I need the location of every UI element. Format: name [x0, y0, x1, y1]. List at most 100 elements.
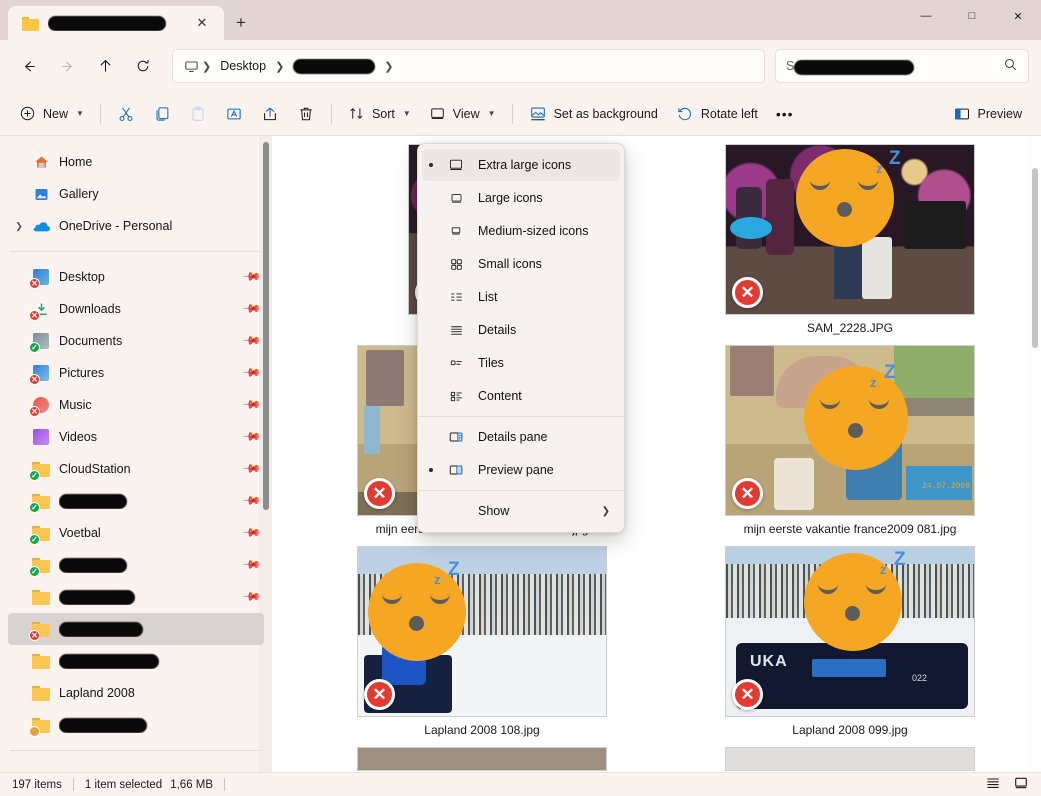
navigation-bar: ❯ Desktop ❯ ❯ Search — [0, 40, 1041, 92]
redaction-bar — [293, 59, 375, 74]
up-button[interactable] — [88, 49, 122, 83]
file-item[interactable]: Z z ✕ SAM_2228.JPG — [666, 144, 1034, 343]
sidebar-item-redacted-3[interactable]: 📌 — [8, 581, 264, 613]
sidebar-item-videos[interactable]: Videos 📌 — [8, 421, 264, 453]
file-item[interactable]: 24.07.2009 Z z ✕ mijn eerste vakantie fr… — [666, 345, 1034, 544]
pin-icon[interactable]: 📌 — [241, 586, 262, 607]
search-input[interactable]: Search — [786, 59, 826, 73]
pin-icon[interactable]: 📌 — [241, 522, 262, 543]
copy-button[interactable] — [144, 98, 180, 130]
sidebar-item-label: Videos — [59, 430, 244, 444]
new-tab-button[interactable]: + — [224, 6, 258, 40]
back-button[interactable] — [12, 49, 46, 83]
sidebar-item-gallery[interactable]: Gallery — [8, 178, 264, 210]
file-thumbnail[interactable]: 24.07.2009 Z z ✕ — [725, 345, 975, 516]
menu-item-label: List — [478, 290, 620, 304]
preview-button-label: Preview — [978, 107, 1022, 121]
cut-button[interactable] — [108, 98, 144, 130]
tiles-view-icon — [444, 356, 468, 371]
sidebar-item-lapland-2008[interactable]: Lapland 2008 — [8, 677, 264, 709]
file-item[interactable] — [666, 747, 1034, 771]
menu-item-small-icons[interactable]: Small icons — [422, 248, 620, 280]
redaction-bar — [59, 494, 127, 509]
folder-icon — [30, 683, 52, 703]
menu-item-preview-pane[interactable]: Preview pane — [422, 454, 620, 486]
status-divider — [224, 778, 225, 791]
address-bar[interactable]: ❯ Desktop ❯ ❯ — [172, 49, 765, 83]
explorer-tab[interactable]: ✕ — [8, 6, 224, 40]
sidebar-item-music[interactable]: ✕ Music 📌 — [8, 389, 264, 421]
file-thumbnail[interactable] — [357, 747, 607, 771]
sidebar-item-desktop[interactable]: ✕ Desktop 📌 — [8, 261, 264, 293]
refresh-button[interactable] — [126, 49, 160, 83]
menu-item-tiles[interactable]: Tiles — [422, 347, 620, 379]
close-window-button[interactable]: ✕ — [995, 0, 1041, 32]
file-name-label: Lapland 2008 099.jpg — [792, 723, 907, 737]
maximize-button[interactable]: □ — [949, 0, 995, 32]
menu-item-large-icons[interactable]: Large icons — [422, 182, 620, 214]
menu-item-medium-sized-icons[interactable]: Medium-sized icons — [422, 215, 620, 247]
pin-icon[interactable]: 📌 — [241, 362, 262, 383]
menu-item-details-pane[interactable]: Details pane — [422, 421, 620, 453]
breadcrumb-current-folder[interactable] — [287, 58, 381, 73]
sidebar-item-redacted-2[interactable]: ✓ 📌 — [8, 549, 264, 581]
file-item[interactable] — [298, 747, 666, 771]
sync-error-badge: ✕ — [732, 679, 763, 710]
pin-icon[interactable]: 📌 — [241, 490, 262, 511]
rotate-left-button[interactable]: Rotate left — [667, 98, 767, 130]
view-button[interactable]: View ▼ — [420, 98, 505, 130]
details-view-toggle-icon[interactable] — [985, 775, 1001, 794]
file-thumbnail[interactable]: Z z ✕ — [725, 144, 975, 315]
pin-icon[interactable]: 📌 — [241, 554, 262, 575]
paste-button[interactable] — [180, 98, 216, 130]
forward-button[interactable] — [50, 49, 84, 83]
menu-item-details[interactable]: Details — [422, 314, 620, 346]
menu-item-show[interactable]: Show ❯ — [422, 495, 620, 527]
pin-icon[interactable]: 📌 — [241, 394, 262, 415]
sidebar-item-voetbal[interactable]: ✓ Voetbal 📌 — [8, 517, 264, 549]
pin-icon[interactable]: 📌 — [241, 266, 262, 287]
file-thumbnail[interactable]: Z z ✕ — [357, 546, 607, 717]
sidebar-item-cloudstation[interactable]: ✓ CloudStation 📌 — [8, 453, 264, 485]
sort-button[interactable]: Sort ▼ — [339, 98, 420, 130]
rename-button[interactable] — [216, 98, 252, 130]
sidebar-item-redacted-4[interactable] — [8, 645, 264, 677]
menu-item-extra-large-icons[interactable]: Extra large icons — [422, 149, 620, 181]
sidebar-item-downloads[interactable]: ✕ Downloads 📌 — [8, 293, 264, 325]
chevron-right-icon[interactable]: ❯ — [8, 221, 30, 232]
search-box[interactable]: Search — [775, 49, 1029, 83]
close-tab-icon[interactable]: ✕ — [190, 11, 214, 35]
pin-icon[interactable]: 📌 — [241, 298, 262, 319]
sidebar-item-redacted-1[interactable]: ✓ 📌 — [8, 485, 264, 517]
sidebar-item-home[interactable]: Home — [8, 146, 264, 178]
large-icons-icon — [444, 191, 468, 206]
pin-icon[interactable]: 📌 — [241, 330, 262, 351]
sidebar-item-label: Lapland 2008 — [59, 686, 264, 700]
sidebar-item-label: Voetbal — [59, 526, 244, 540]
sidebar-item-label: Documents — [59, 334, 244, 348]
sidebar-item-redacted-5[interactable] — [8, 709, 264, 741]
more-options-button[interactable]: ••• — [767, 98, 803, 130]
sidebar-item-documents[interactable]: ✓ Documents 📌 — [8, 325, 264, 357]
minimize-button[interactable]: — — [903, 0, 949, 32]
breadcrumb-desktop[interactable]: Desktop — [214, 59, 272, 73]
breadcrumb-this-pc[interactable] — [182, 59, 199, 74]
sidebar-item-pictures[interactable]: ✕ Pictures 📌 — [8, 357, 264, 389]
pin-icon[interactable]: 📌 — [241, 426, 262, 447]
pin-icon[interactable]: 📌 — [241, 458, 262, 479]
file-thumbnail[interactable]: UKA 022 Z z ✕ — [725, 546, 975, 717]
new-button[interactable]: New ▼ — [10, 98, 93, 130]
menu-item-list[interactable]: List — [422, 281, 620, 313]
file-item[interactable]: UKA 022 Z z ✕ Lapland 2008 099.jpg — [666, 546, 1034, 745]
search-icon[interactable] — [1003, 57, 1018, 75]
preview-button[interactable]: Preview — [944, 98, 1031, 130]
share-button[interactable] — [252, 98, 288, 130]
sidebar-item-selected-folder[interactable]: ✕ — [8, 613, 264, 645]
delete-button[interactable] — [288, 98, 324, 130]
set-as-background-button[interactable]: Set as background — [520, 98, 667, 130]
large-icons-view-toggle-icon[interactable] — [1013, 775, 1029, 794]
sidebar-item-onedrive-personal[interactable]: ❯ OneDrive - Personal — [8, 210, 264, 242]
file-thumbnail[interactable] — [725, 747, 975, 771]
file-item[interactable]: Z z ✕ Lapland 2008 108.jpg — [298, 546, 666, 745]
menu-item-content[interactable]: Content — [422, 380, 620, 412]
